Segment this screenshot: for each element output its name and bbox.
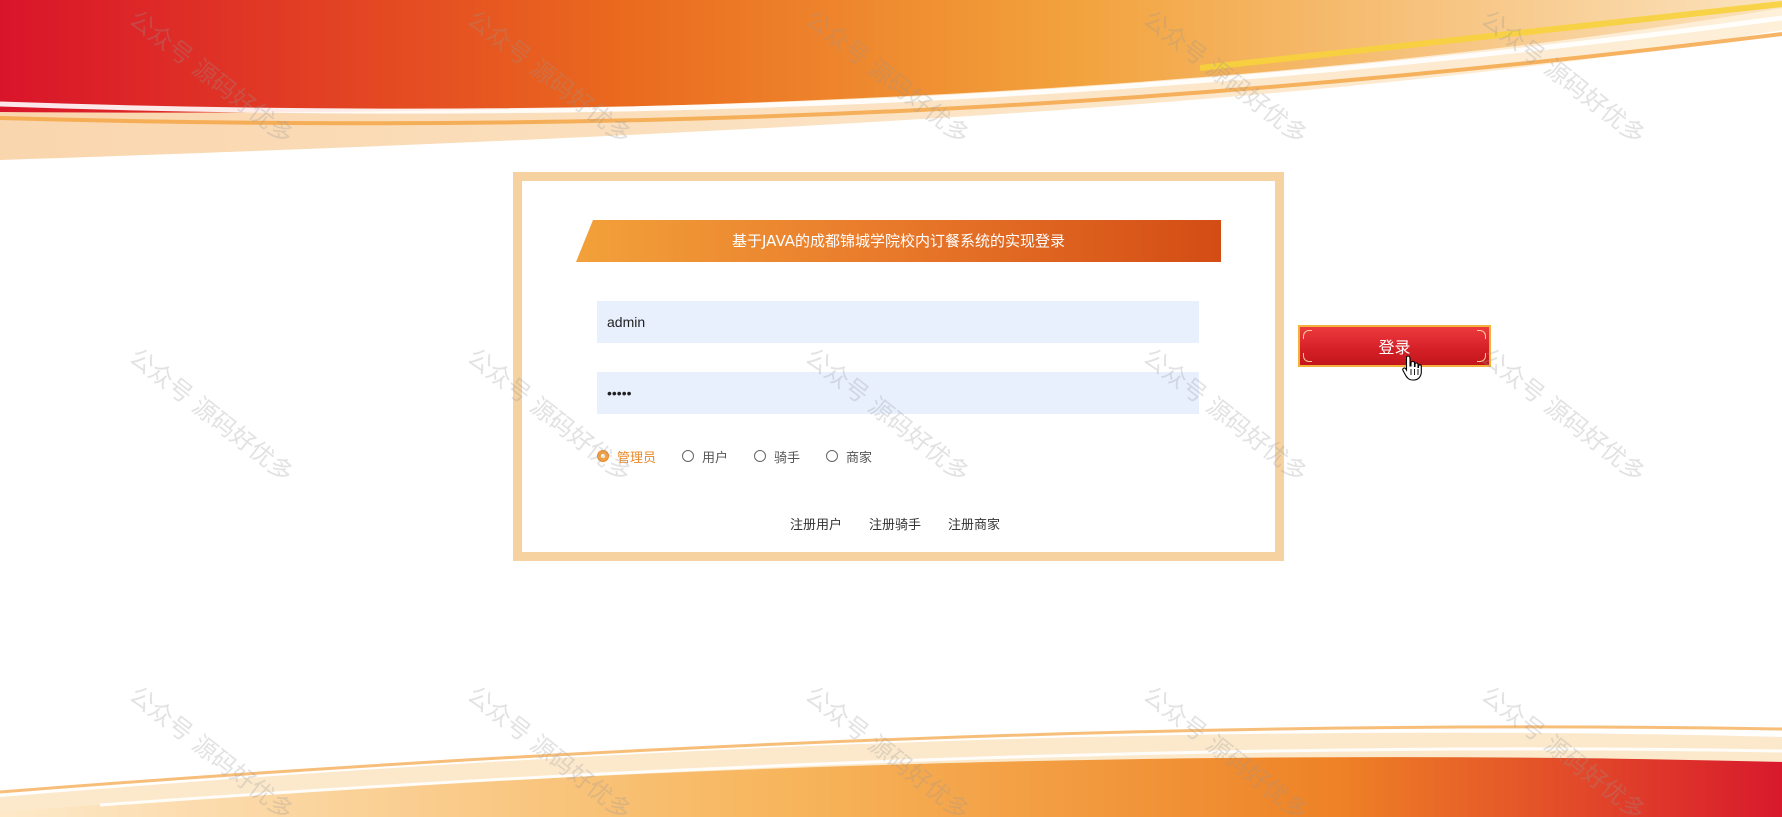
button-corner-ornament [1477, 330, 1486, 339]
username-input[interactable] [597, 301, 1199, 343]
bottom-wave-decoration [0, 725, 1782, 817]
role-option-merchant[interactable]: 商家 [826, 447, 872, 466]
password-input[interactable] [597, 372, 1199, 414]
register-links: 注册用户 注册骑手 注册商家 [790, 514, 1027, 533]
system-title-banner: 基于JAVA的成都锦城学院校内订餐系统的实现登录 [576, 220, 1221, 262]
radio-checked-icon[interactable] [597, 450, 609, 462]
watermark-text: 公众号 源码好优多 [1138, 4, 1313, 150]
login-button-label: 登录 [1378, 338, 1411, 357]
role-option-rider[interactable]: 骑手 [754, 447, 800, 466]
watermark-text: 公众号 源码好优多 [800, 680, 975, 817]
register-rider-link[interactable]: 注册骑手 [869, 514, 921, 533]
watermark-text: 公众号 源码好优多 [1476, 680, 1651, 817]
role-label: 用户 [702, 450, 729, 466]
button-corner-ornament [1477, 353, 1486, 362]
login-page: 基于JAVA的成都锦城学院校内订餐系统的实现登录 管理员 用户 骑手 商家 注册… [0, 0, 1782, 817]
radio-unchecked-icon[interactable] [682, 450, 695, 462]
watermark-text: 公众号 源码好优多 [124, 342, 299, 488]
watermark-text: 公众号 源码好优多 [800, 4, 975, 150]
button-corner-ornament [1303, 353, 1312, 362]
role-label: 骑手 [774, 450, 801, 466]
radio-unchecked-icon[interactable] [826, 450, 839, 462]
top-wave-decoration [0, 0, 1782, 160]
register-user-link[interactable]: 注册用户 [790, 514, 842, 533]
watermark-text: 公众号 源码好优多 [124, 680, 299, 817]
watermark-text: 公众号 源码好优多 [124, 4, 299, 150]
role-label: 商家 [846, 450, 873, 466]
watermark-text: 公众号 源码好优多 [462, 680, 637, 817]
register-merchant-link[interactable]: 注册商家 [948, 514, 1000, 533]
radio-unchecked-icon[interactable] [754, 450, 767, 462]
watermark-text: 公众号 源码好优多 [462, 4, 637, 150]
button-corner-ornament [1303, 330, 1312, 339]
watermark-text: 公众号 源码好优多 [1476, 4, 1651, 150]
watermark-text: 公众号 源码好优多 [1476, 342, 1651, 488]
role-radio-group: 管理员 用户 骑手 商家 [597, 446, 898, 466]
role-label: 管理员 [617, 450, 657, 466]
watermark-text: 公众号 源码好优多 [1138, 680, 1313, 817]
role-option-admin[interactable]: 管理员 [597, 447, 656, 466]
login-button[interactable]: 登录 [1298, 325, 1491, 367]
role-option-user[interactable]: 用户 [682, 447, 728, 466]
